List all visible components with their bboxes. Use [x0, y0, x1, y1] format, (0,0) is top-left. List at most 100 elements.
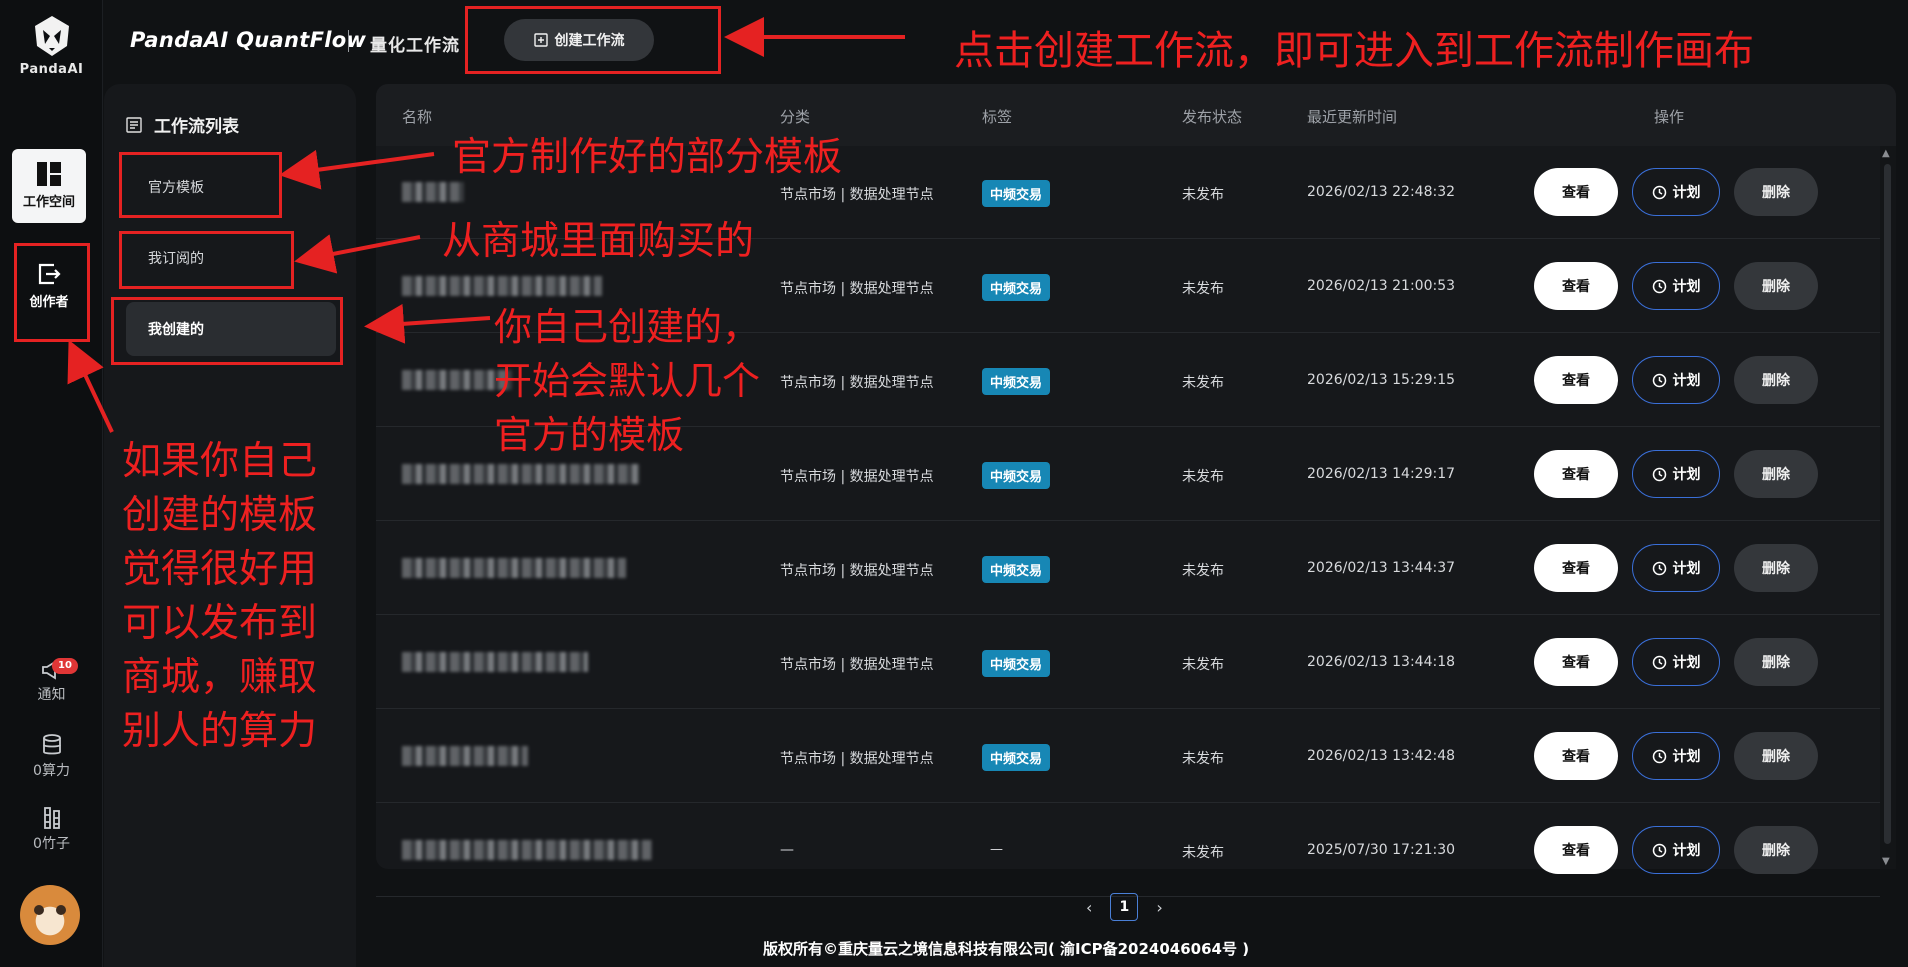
blurred-workflow-name[interactable]	[402, 652, 588, 672]
clock-icon	[1652, 279, 1666, 293]
row-status: 未发布	[1182, 375, 1224, 391]
row-updated: 2026/02/13 14:29:17	[1307, 466, 1456, 482]
row-status: 未发布	[1182, 751, 1224, 767]
annotation-box-mine	[111, 297, 343, 365]
plan-label: 计划	[1672, 561, 1701, 577]
row-status: 未发布	[1182, 563, 1224, 579]
clock-icon	[1652, 373, 1666, 387]
scroll-down-icon[interactable]: ▼	[1882, 856, 1890, 867]
plan-label: 计划	[1672, 279, 1701, 295]
view-button[interactable]: 查看	[1534, 638, 1618, 686]
brand-separator	[348, 30, 349, 52]
annotation-box-create	[465, 6, 721, 74]
table-row: 节点市场 | 数据处理节点 中频交易 未发布 2026/02/13 13:44:…	[376, 522, 1880, 615]
blurred-workflow-name[interactable]	[402, 840, 652, 860]
row-tag: 中频交易	[982, 650, 1051, 677]
delete-button[interactable]: 删除	[1734, 450, 1818, 498]
row-tag: 中频交易	[982, 368, 1051, 395]
annotation-official-text: 官方制作好的部分模板	[452, 135, 843, 180]
blurred-workflow-name[interactable]	[402, 464, 640, 484]
plan-button[interactable]: 计划	[1632, 544, 1720, 592]
rail-notify-label: 通知	[37, 687, 66, 703]
scroll-thumb[interactable]	[1884, 164, 1891, 844]
plan-button[interactable]: 计划	[1632, 356, 1720, 404]
logo[interactable]: PandaAI	[0, 14, 103, 77]
brand-subtitle: 量化工作流	[370, 36, 460, 56]
view-button[interactable]: 查看	[1534, 168, 1618, 216]
view-button[interactable]: 查看	[1534, 356, 1618, 404]
annotation-box-official	[119, 152, 282, 218]
plan-label: 计划	[1672, 749, 1701, 765]
delete-button[interactable]: 删除	[1734, 356, 1818, 404]
delete-button[interactable]: 删除	[1734, 262, 1818, 310]
blurred-workflow-name[interactable]	[402, 276, 602, 296]
header-category: 分类	[780, 108, 811, 126]
table-row: 节点市场 | 数据处理节点 中频交易 未发布 2026/02/13 13:44:…	[376, 616, 1880, 709]
view-button[interactable]: 查看	[1534, 826, 1618, 874]
rail-notify-button[interactable]: 10 通知	[0, 658, 103, 704]
plan-button[interactable]: 计划	[1632, 638, 1720, 686]
delete-button[interactable]: 删除	[1734, 826, 1818, 874]
delete-button[interactable]: 删除	[1734, 638, 1818, 686]
blurred-workflow-name[interactable]	[402, 746, 528, 766]
view-button[interactable]: 查看	[1534, 450, 1618, 498]
workflow-table: 名称 分类 标签 发布状态 最近更新时间 操作 节点市场 | 数据处理节点 中频…	[376, 84, 1896, 897]
header-updated: 最近更新时间	[1307, 108, 1398, 126]
view-button[interactable]: 查看	[1534, 544, 1618, 592]
header-status: 发布状态	[1182, 108, 1243, 126]
panel-title: 工作流列表	[126, 112, 239, 137]
footer-copyright: 版权所有©重庆量云之境信息科技有限公司( 渝ICP备2024046064号 )	[762, 940, 1250, 958]
clock-icon	[1652, 185, 1666, 199]
page-current[interactable]: 1	[1110, 893, 1139, 921]
row-updated: 2026/02/13 15:29:15	[1307, 372, 1456, 388]
delete-button[interactable]: 删除	[1734, 544, 1818, 592]
row-updated: 2025/07/30 17:21:30	[1307, 842, 1456, 858]
annotation-mine-text-2: 开始会默认几个	[494, 359, 761, 403]
rail-bamboo-button[interactable]: 0竹子	[0, 807, 103, 853]
plan-button[interactable]: 计划	[1632, 262, 1720, 310]
table-row: — — 未发布 2025/07/30 17:21:30 查看 计划 删除	[376, 804, 1880, 897]
delete-button[interactable]: 删除	[1734, 732, 1818, 780]
view-button[interactable]: 查看	[1534, 262, 1618, 310]
row-status: 未发布	[1182, 469, 1224, 485]
notify-badge: 10	[52, 658, 78, 674]
plan-button[interactable]: 计划	[1632, 826, 1720, 874]
rail-workspace-button[interactable]: 工作空间	[12, 149, 86, 223]
workspace-icon	[37, 162, 61, 186]
plan-button[interactable]: 计划	[1632, 732, 1720, 780]
plan-label: 计划	[1672, 185, 1701, 201]
clock-icon	[1652, 561, 1666, 575]
plan-button[interactable]: 计划	[1632, 450, 1720, 498]
annotation-publish-text-1: 如果你自己	[122, 439, 318, 484]
header-tag: 标签	[982, 108, 1013, 126]
row-category: 节点市场 | 数据处理节点	[780, 469, 934, 485]
blurred-workflow-name[interactable]	[402, 182, 464, 202]
panel-title-text: 工作流列表	[154, 117, 239, 137]
row-status: 未发布	[1182, 845, 1224, 861]
row-tag: 中频交易	[982, 274, 1051, 301]
blurred-workflow-name[interactable]	[402, 558, 626, 578]
scroll-up-icon[interactable]: ▲	[1882, 148, 1890, 159]
annotation-box-subscribed	[119, 231, 294, 289]
row-status: 未发布	[1182, 187, 1224, 203]
user-avatar[interactable]	[20, 885, 80, 945]
row-updated: 2026/02/13 13:42:48	[1307, 748, 1456, 764]
next-page-icon[interactable]: ›	[1156, 898, 1162, 917]
clock-icon	[1652, 467, 1666, 481]
plan-label: 计划	[1672, 373, 1701, 389]
header-name: 名称	[402, 108, 433, 126]
annotation-subscribed-text: 从商城里面购买的	[442, 219, 755, 264]
list-icon	[126, 116, 142, 133]
pagination: ‹ 1 ›	[1086, 893, 1163, 921]
row-category: 节点市场 | 数据处理节点	[780, 751, 934, 767]
annotation-publish-text-6: 别人的算力	[122, 709, 318, 754]
row-category: 节点市场 | 数据处理节点	[780, 187, 934, 203]
row-status: 未发布	[1182, 281, 1224, 297]
view-button[interactable]: 查看	[1534, 732, 1618, 780]
table-scrollbar[interactable]: ▲ ▼	[1880, 146, 1896, 869]
rail-compute-button[interactable]: 0算力	[0, 734, 103, 780]
delete-button[interactable]: 删除	[1734, 168, 1818, 216]
row-tag: 中频交易	[982, 556, 1051, 583]
prev-page-icon[interactable]: ‹	[1086, 898, 1092, 917]
plan-button[interactable]: 计划	[1632, 168, 1720, 216]
